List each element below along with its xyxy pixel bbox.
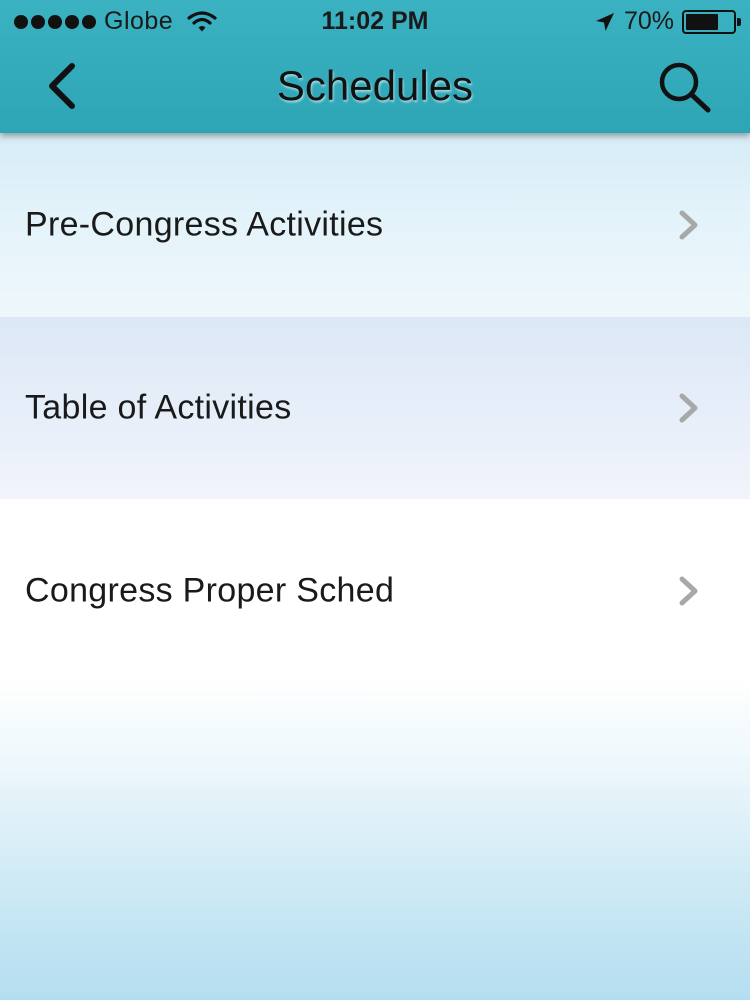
battery-percentage: 70% [623, 7, 674, 35]
battery-tip [737, 17, 741, 26]
battery-fill [686, 13, 718, 30]
chevron-left-icon [49, 63, 75, 109]
search-button[interactable] [652, 58, 718, 116]
menu-item-label: Pre-Congress Activities [25, 205, 384, 244]
chevron-right-icon [679, 393, 698, 423]
menu-item-table-of-activities[interactable]: Table of Activities [0, 317, 750, 499]
battery-icon [682, 9, 741, 34]
navigation-bar: Globe 11:02 PM 70% Schedules [0, 0, 750, 133]
menu-item-congress-proper-sched[interactable]: Congress Proper Sched [0, 499, 750, 683]
chevron-right-icon [679, 576, 698, 606]
status-right: 70% [594, 7, 741, 36]
menu-item-label: Congress Proper Sched [25, 571, 395, 610]
schedule-menu-list: Pre-Congress Activities Table of Activit… [0, 133, 750, 683]
back-button[interactable] [38, 58, 90, 114]
status-bar: Globe 11:02 PM 70% [0, 0, 750, 42]
menu-item-label: Table of Activities [25, 388, 292, 427]
search-icon [659, 62, 711, 113]
page-title: Schedules [276, 62, 474, 109]
chevron-right-icon [679, 210, 698, 240]
menu-item-pre-congress-activities[interactable]: Pre-Congress Activities [0, 133, 750, 317]
location-arrow-icon [595, 12, 614, 31]
